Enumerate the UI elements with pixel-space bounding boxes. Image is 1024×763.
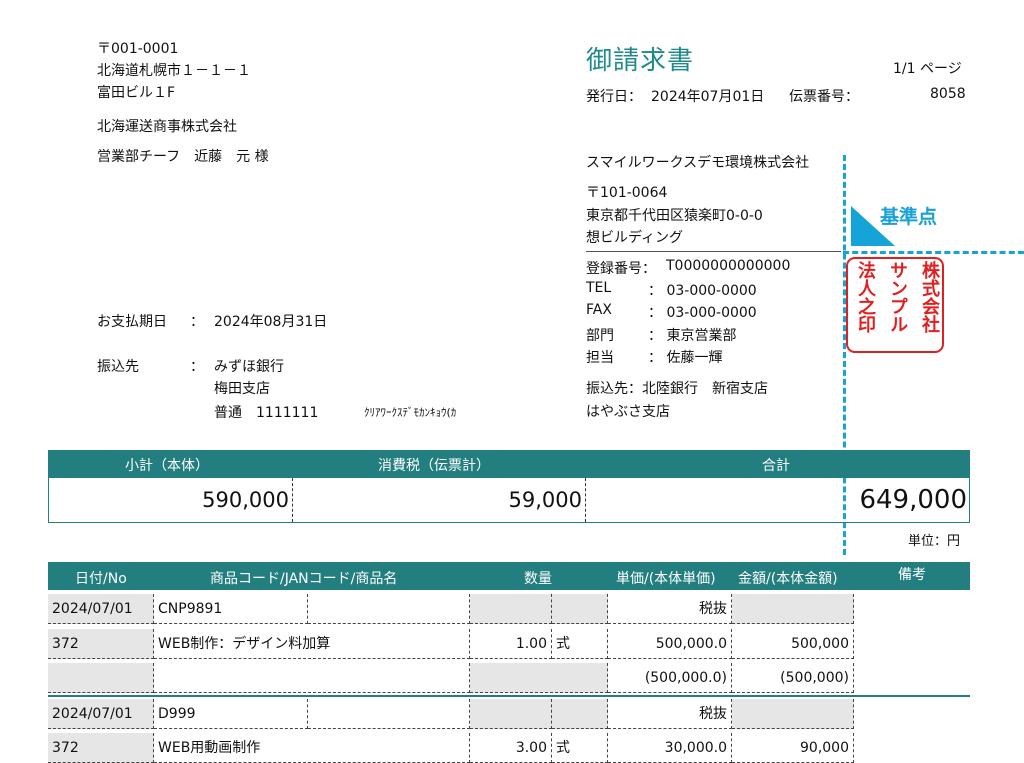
cell-date: 372 xyxy=(48,733,154,763)
subtotal-value: 590,000 xyxy=(202,488,289,512)
cell-amount xyxy=(732,699,854,729)
col-qty-header: 数量 xyxy=(524,571,552,587)
total-value: 649,000 xyxy=(859,485,967,515)
issuer-company: スマイルワークスデモ環境株式会社 xyxy=(586,155,810,171)
cell-code: CNP9891 xyxy=(154,594,308,624)
department-value: ： 東京営業部 xyxy=(648,328,737,344)
cell-price: (500,000.0) xyxy=(608,663,732,693)
row-group-divider xyxy=(48,695,970,697)
cell-qty xyxy=(470,663,608,693)
due-date-sep: ： xyxy=(190,314,204,330)
seal-column-1: 株式会社 xyxy=(919,261,940,333)
issue-date: 2024年07月01日 xyxy=(651,89,765,105)
fax-value: ： 03-000-0000 xyxy=(648,305,757,321)
summary-separator xyxy=(292,478,293,522)
col-amount-header: 金額/(本体金額) xyxy=(738,571,838,587)
cell-qty: 3.00 xyxy=(470,733,552,763)
transfer-sep: ： xyxy=(190,359,204,375)
cell-price: 30,000.0 xyxy=(608,733,732,763)
issue-date-label: 発行日： xyxy=(586,89,642,105)
page-indicator: 1/1 ページ xyxy=(893,61,962,77)
registration-label: 登録番号： xyxy=(586,261,656,277)
cell-date: 2024/07/01 xyxy=(48,699,154,729)
details-header: 日付/No 商品コード/JANコード/商品名 数量 単価/(本体単価) 金額/(… xyxy=(48,562,970,590)
cell-unit: 式 xyxy=(552,629,608,659)
subtotal-header: 小計（本体） xyxy=(125,458,209,474)
cell-amount: 500,000 xyxy=(732,629,854,659)
currency-unit: 単位：円 xyxy=(908,534,961,549)
cell-price: 税抜 xyxy=(608,699,732,729)
issuer-divider xyxy=(586,251,841,252)
transfer-account: 普通 1111111 xyxy=(214,405,319,421)
cell-qty xyxy=(470,594,552,624)
slip-number-label: 伝票番号： xyxy=(789,89,859,105)
cell-unit: 式 xyxy=(552,733,608,763)
summary-separator xyxy=(585,478,586,522)
cell-qty: 1.00 xyxy=(470,629,552,659)
tax-value: 59,000 xyxy=(508,488,582,512)
col-item-header: 商品コード/JANコード/商品名 xyxy=(210,571,398,587)
reference-label: 基準点 xyxy=(880,206,938,228)
cell-name: WEB制作：デザイン料加算 xyxy=(154,629,470,659)
cell-jan xyxy=(308,594,470,624)
company-seal-stamp: 株式会社 サンプル 法人之印 xyxy=(846,257,944,353)
due-date-label: お支払期日 xyxy=(97,314,167,330)
recipient-address-2: 富田ビル１F xyxy=(97,85,176,101)
due-date: 2024年08月31日 xyxy=(214,314,328,330)
issuer-address-2: 想ビルディング xyxy=(586,230,684,246)
tel-value: ： 03-000-0000 xyxy=(648,283,757,299)
issuer-address-1: 東京都千代田区猿楽町0-0-0 xyxy=(586,208,763,224)
department-label: 部門 xyxy=(586,328,614,344)
cell-amount: 90,000 xyxy=(732,733,854,763)
issuer-bank-1: 振込先：北陸銀行 新宿支店 xyxy=(586,381,768,397)
rep-value: ： 佐藤一輝 xyxy=(648,350,723,366)
col-date-header: 日付/No xyxy=(75,571,127,587)
col-price-header: 単価/(本体単価) xyxy=(616,571,716,587)
summary-header: 小計（本体） 消費税（伝票計） 合計 xyxy=(48,450,970,478)
rep-label: 担当 xyxy=(586,350,614,366)
recipient-postal: 〒001-0001 xyxy=(97,41,179,57)
transfer-branch: 梅田支店 xyxy=(214,381,270,397)
cell-amount xyxy=(732,594,854,624)
col-note-header: 備考 xyxy=(898,567,926,583)
transfer-account-name: ｸﾘｱﾜｰｸｽﾃﾞﾓｶﾝｷｮｳ(ｶ xyxy=(364,406,457,419)
total-header: 合計 xyxy=(762,458,790,474)
recipient-address-1: 北海道札幌市１－１－１ xyxy=(97,63,251,79)
cell-date: 2024/07/01 xyxy=(48,594,154,624)
cell-unit xyxy=(552,594,608,624)
issuer-bank-2: はやぶさ支店 xyxy=(586,404,670,420)
transfer-bank: みずほ銀行 xyxy=(214,359,284,375)
table-row: 372 WEB制作：デザイン料加算 1.00 式 500,000.0 500,0… xyxy=(48,629,970,659)
table-row: 2024/07/01 CNP9891 税抜 xyxy=(48,594,970,624)
seal-column-3: 法人之印 xyxy=(855,261,876,333)
registration-number: T0000000000000 xyxy=(666,258,791,274)
transfer-label: 振込先 xyxy=(97,359,139,375)
cell-date: 372 xyxy=(48,629,154,659)
recipient-person: 営業部チーフ 近藤 元 様 xyxy=(97,149,269,165)
cell-code: D999 xyxy=(154,699,308,729)
issuer-postal: 〒101-0064 xyxy=(586,185,668,201)
reference-horizontal-guide xyxy=(843,251,1024,254)
cell-qty xyxy=(470,699,552,729)
cell-name xyxy=(154,663,470,693)
table-row: (500,000.0) (500,000) xyxy=(48,663,970,693)
cell-price: 500,000.0 xyxy=(608,629,732,659)
fax-label: FAX xyxy=(586,302,612,318)
tax-header: 消費税（伝票計） xyxy=(378,458,490,474)
tel-label: TEL xyxy=(586,280,612,296)
summary-values: 590,000 59,000 649,000 xyxy=(48,478,970,523)
table-row: 2024/07/01 D999 税抜 xyxy=(48,699,970,729)
slip-number: 8058 xyxy=(930,86,966,102)
cell-date xyxy=(48,663,154,693)
seal-column-2: サンプル xyxy=(887,261,908,333)
cell-jan xyxy=(308,699,470,729)
cell-unit xyxy=(552,699,608,729)
cell-price: 税抜 xyxy=(608,594,732,624)
table-row: 372 WEB用動画制作 3.00 式 30,000.0 90,000 xyxy=(48,733,970,763)
cell-amount: (500,000) xyxy=(732,663,854,693)
document-title: 御請求書 xyxy=(586,46,695,76)
recipient-company: 北海運送商事株式会社 xyxy=(97,119,237,135)
cell-name: WEB用動画制作 xyxy=(154,733,470,763)
